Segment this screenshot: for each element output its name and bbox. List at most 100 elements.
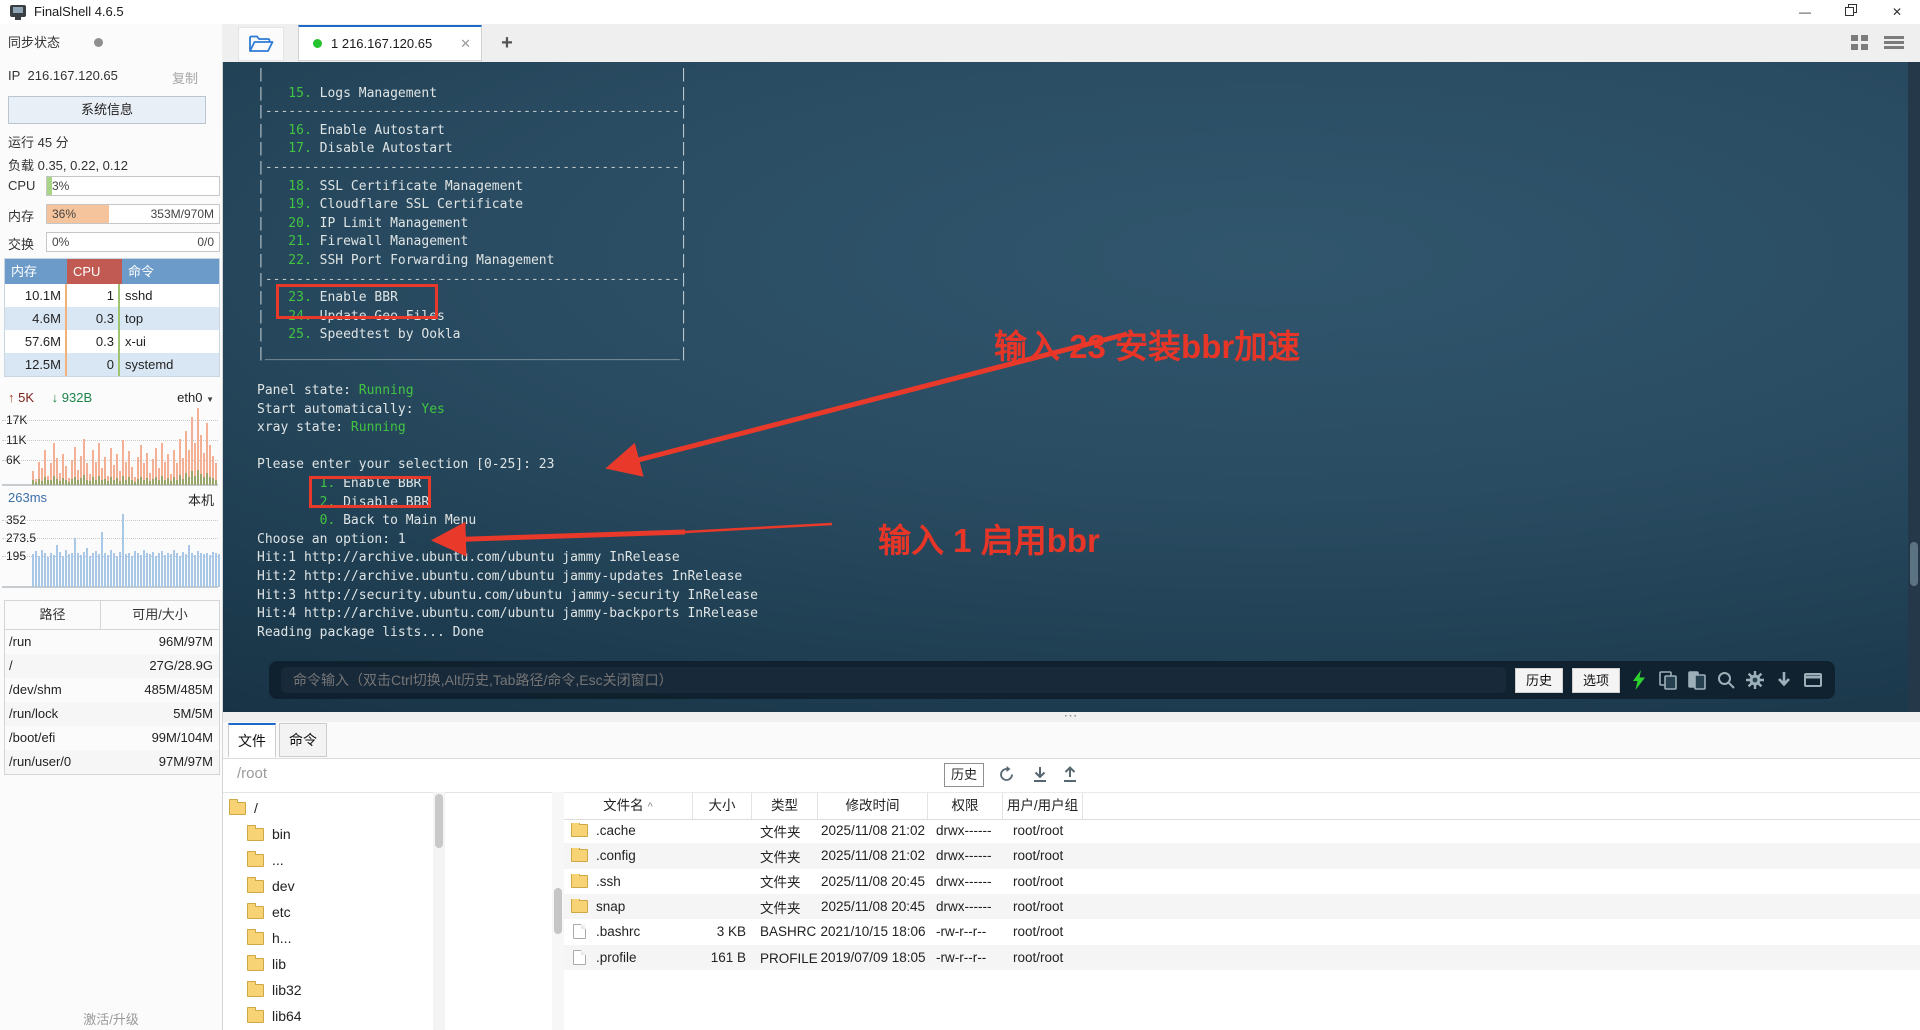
- process-row[interactable]: 57.6M 0.3 x-ui: [5, 330, 219, 353]
- tree-item-lib32[interactable]: lib32: [247, 977, 302, 1003]
- disk-row[interactable]: /dev/shm 485M/485M: [5, 678, 219, 702]
- session-tab-label: 1 216.167.120.65: [331, 36, 433, 51]
- file-row-bashrc[interactable]: .bashrc3 KBBASHRC ...2021/10/15 18:06-rw…: [564, 919, 1920, 944]
- tab-files[interactable]: 文件: [228, 723, 276, 757]
- download-file-icon[interactable]: [1029, 763, 1051, 785]
- copy-ip-link[interactable]: 复制: [172, 68, 198, 87]
- ping-graph: 352 273.5 195: [2, 512, 220, 588]
- directory-tree[interactable]: / bin... dev etc h... lib lib32 lib64: [223, 792, 433, 1030]
- panel-splitter[interactable]: ⋯: [223, 708, 1920, 722]
- quick-command-lightning-icon[interactable]: [1629, 670, 1649, 690]
- terminal-scrollbar-thumb[interactable]: [1910, 542, 1918, 586]
- folder-icon: [571, 873, 588, 888]
- file-col-header[interactable]: 修改时间: [818, 793, 928, 819]
- command-input[interactable]: [281, 667, 1506, 693]
- arrow-to-option-1: [431, 521, 686, 557]
- ip-label: IP: [8, 68, 21, 83]
- file-col-header[interactable]: 大小: [693, 793, 752, 819]
- file-col-header[interactable]: 权限: [928, 793, 1003, 819]
- disk-row[interactable]: /run/lock 5M/5M: [5, 702, 219, 726]
- process-col-header[interactable]: 内存: [5, 259, 67, 284]
- file-row-ssh[interactable]: .ssh 文件夹 2025/11/08 20:45 drwx------ root/ro…: [564, 869, 1920, 894]
- gear-icon[interactable]: [1745, 670, 1765, 690]
- system-info-button[interactable]: 系统信息: [8, 96, 206, 124]
- tree-item-[interactable]: ...: [247, 847, 284, 873]
- tab-close-icon[interactable]: ✕: [460, 36, 471, 52]
- hamburger-menu-icon[interactable]: [1884, 36, 1904, 50]
- options-button[interactable]: 选项: [1572, 667, 1620, 693]
- upload-rate: 5K: [18, 390, 35, 405]
- tab-commands[interactable]: 命令: [279, 723, 327, 757]
- file-col-header[interactable]: 类型: [752, 793, 818, 819]
- search-icon[interactable]: [1716, 670, 1736, 690]
- folder-icon: [571, 899, 588, 914]
- disk-row[interactable]: /run 96M/97M: [5, 630, 219, 654]
- activate-upgrade-link[interactable]: 激活/升级: [0, 1009, 222, 1028]
- file-table-scrollbar-thumb[interactable]: [554, 888, 562, 934]
- graph-ytick: 6K: [6, 453, 21, 467]
- file-table-header[interactable]: 文件名 ^ 大小 类型 修改时间 权限 用户/用户组: [564, 792, 1920, 820]
- file-row-config[interactable]: .config 文件夹 2025/11/08 21:02 drwx------ root…: [564, 843, 1920, 869]
- tree-item-dev[interactable]: dev: [247, 873, 295, 899]
- path-history-button[interactable]: 历史: [944, 763, 984, 787]
- sync-status-dot: [94, 38, 104, 47]
- tree-scrollbar-thumb[interactable]: [435, 794, 443, 848]
- file-panel-tabs: 文件 命令: [223, 722, 1920, 759]
- upload-file-icon[interactable]: [1059, 763, 1081, 785]
- download-arrow-icon: ↓: [51, 390, 59, 405]
- folder-icon: [247, 876, 264, 893]
- paste-icon[interactable]: [1687, 670, 1707, 690]
- network-graph: 17K 11K 6K: [2, 408, 218, 486]
- folder-icon: [247, 954, 264, 971]
- tree-item-bin[interactable]: bin: [247, 821, 291, 847]
- minimize-button[interactable]: —: [1782, 0, 1828, 24]
- tree-item-etc[interactable]: etc: [247, 899, 291, 925]
- tree-item-lib[interactable]: lib: [247, 951, 286, 977]
- copy-icon[interactable]: [1658, 670, 1678, 690]
- new-tab-button[interactable]: +: [494, 30, 520, 56]
- tree-item-lib64[interactable]: lib64: [247, 1003, 302, 1029]
- connection-manager-button[interactable]: [238, 27, 284, 61]
- ping-target: 本机: [187, 493, 214, 508]
- process-row[interactable]: 4.6M 0.3 top: [5, 307, 219, 330]
- disk-row[interactable]: /run/user/0 97M/97M: [5, 750, 219, 774]
- file-col-header[interactable]: 用户/用户组: [1003, 793, 1083, 819]
- refresh-icon[interactable]: [995, 763, 1017, 785]
- graph-ytick: 352: [6, 513, 27, 527]
- disk-table[interactable]: 路径 可用/大小/run 96M/97M/27G/28.9G/dev/shm 485M…: [4, 600, 220, 775]
- process-row[interactable]: 10.1M 1 sshd: [5, 284, 219, 307]
- file-row-cache[interactable]: .cache 文件夹 2025/11/08 21:02 drwx------ root/…: [564, 818, 1920, 843]
- file-row-snap[interactable]: snap 文件夹 2025/11/08 20:45 drwx------ root/ro…: [564, 893, 1920, 920]
- meter-交换: 交换 0% 0/0: [8, 232, 220, 252]
- ip-value: 216.167.120.65: [27, 68, 118, 83]
- tree-item-[interactable]: /: [229, 795, 258, 821]
- download-arrow-icon[interactable]: [1774, 670, 1794, 690]
- file-col-header[interactable]: 文件名 ^: [564, 793, 693, 819]
- close-button[interactable]: ✕: [1874, 0, 1920, 24]
- folder-open-icon: [249, 35, 274, 52]
- tree-item-h[interactable]: h...: [247, 925, 291, 951]
- file-panel-content: / bin... dev etc h... lib lib32 lib64 文件名 ^ 大小 类型修…: [223, 792, 1920, 1030]
- layout-grid-icon[interactable]: [1851, 35, 1868, 50]
- process-col-header[interactable]: 命令: [122, 259, 219, 284]
- interface-select[interactable]: eth0 ▼: [177, 390, 214, 405]
- file-icon: [573, 949, 586, 965]
- tree-scrollbar[interactable]: [433, 792, 445, 1030]
- process-table[interactable]: 内存 CPU 命令 10.1M 1 sshd 4.6M 0.3 top 57.6M 0.3 x-ui 1…: [4, 258, 220, 377]
- history-button[interactable]: 历史: [1515, 667, 1563, 693]
- disk-row[interactable]: /27G/28.9G: [5, 654, 219, 678]
- process-row[interactable]: 12.5M 0 systemd: [5, 353, 219, 376]
- restore-button[interactable]: [1828, 0, 1874, 24]
- terminal-scrollbar[interactable]: [1908, 62, 1920, 712]
- window-mode-icon[interactable]: [1803, 670, 1823, 690]
- process-col-header[interactable]: CPU: [67, 259, 122, 284]
- terminal[interactable]: | | | 15. Logs Management | |-------------…: [223, 62, 1908, 712]
- session-tab[interactable]: 1 216.167.120.65 ✕: [298, 25, 482, 61]
- folder-icon: [247, 1006, 264, 1023]
- folder-icon: [247, 824, 264, 841]
- current-path[interactable]: /root: [237, 765, 267, 782]
- file-table-scrollbar[interactable]: [552, 792, 564, 1030]
- annotation-note-1: 输入 1 启用bbr: [878, 522, 1100, 559]
- file-row-profile[interactable]: .profile161 BPROFILE 文...2019/07/09 18:0…: [564, 944, 1920, 970]
- disk-row[interactable]: /boot/efi 99M/104M: [5, 726, 219, 750]
